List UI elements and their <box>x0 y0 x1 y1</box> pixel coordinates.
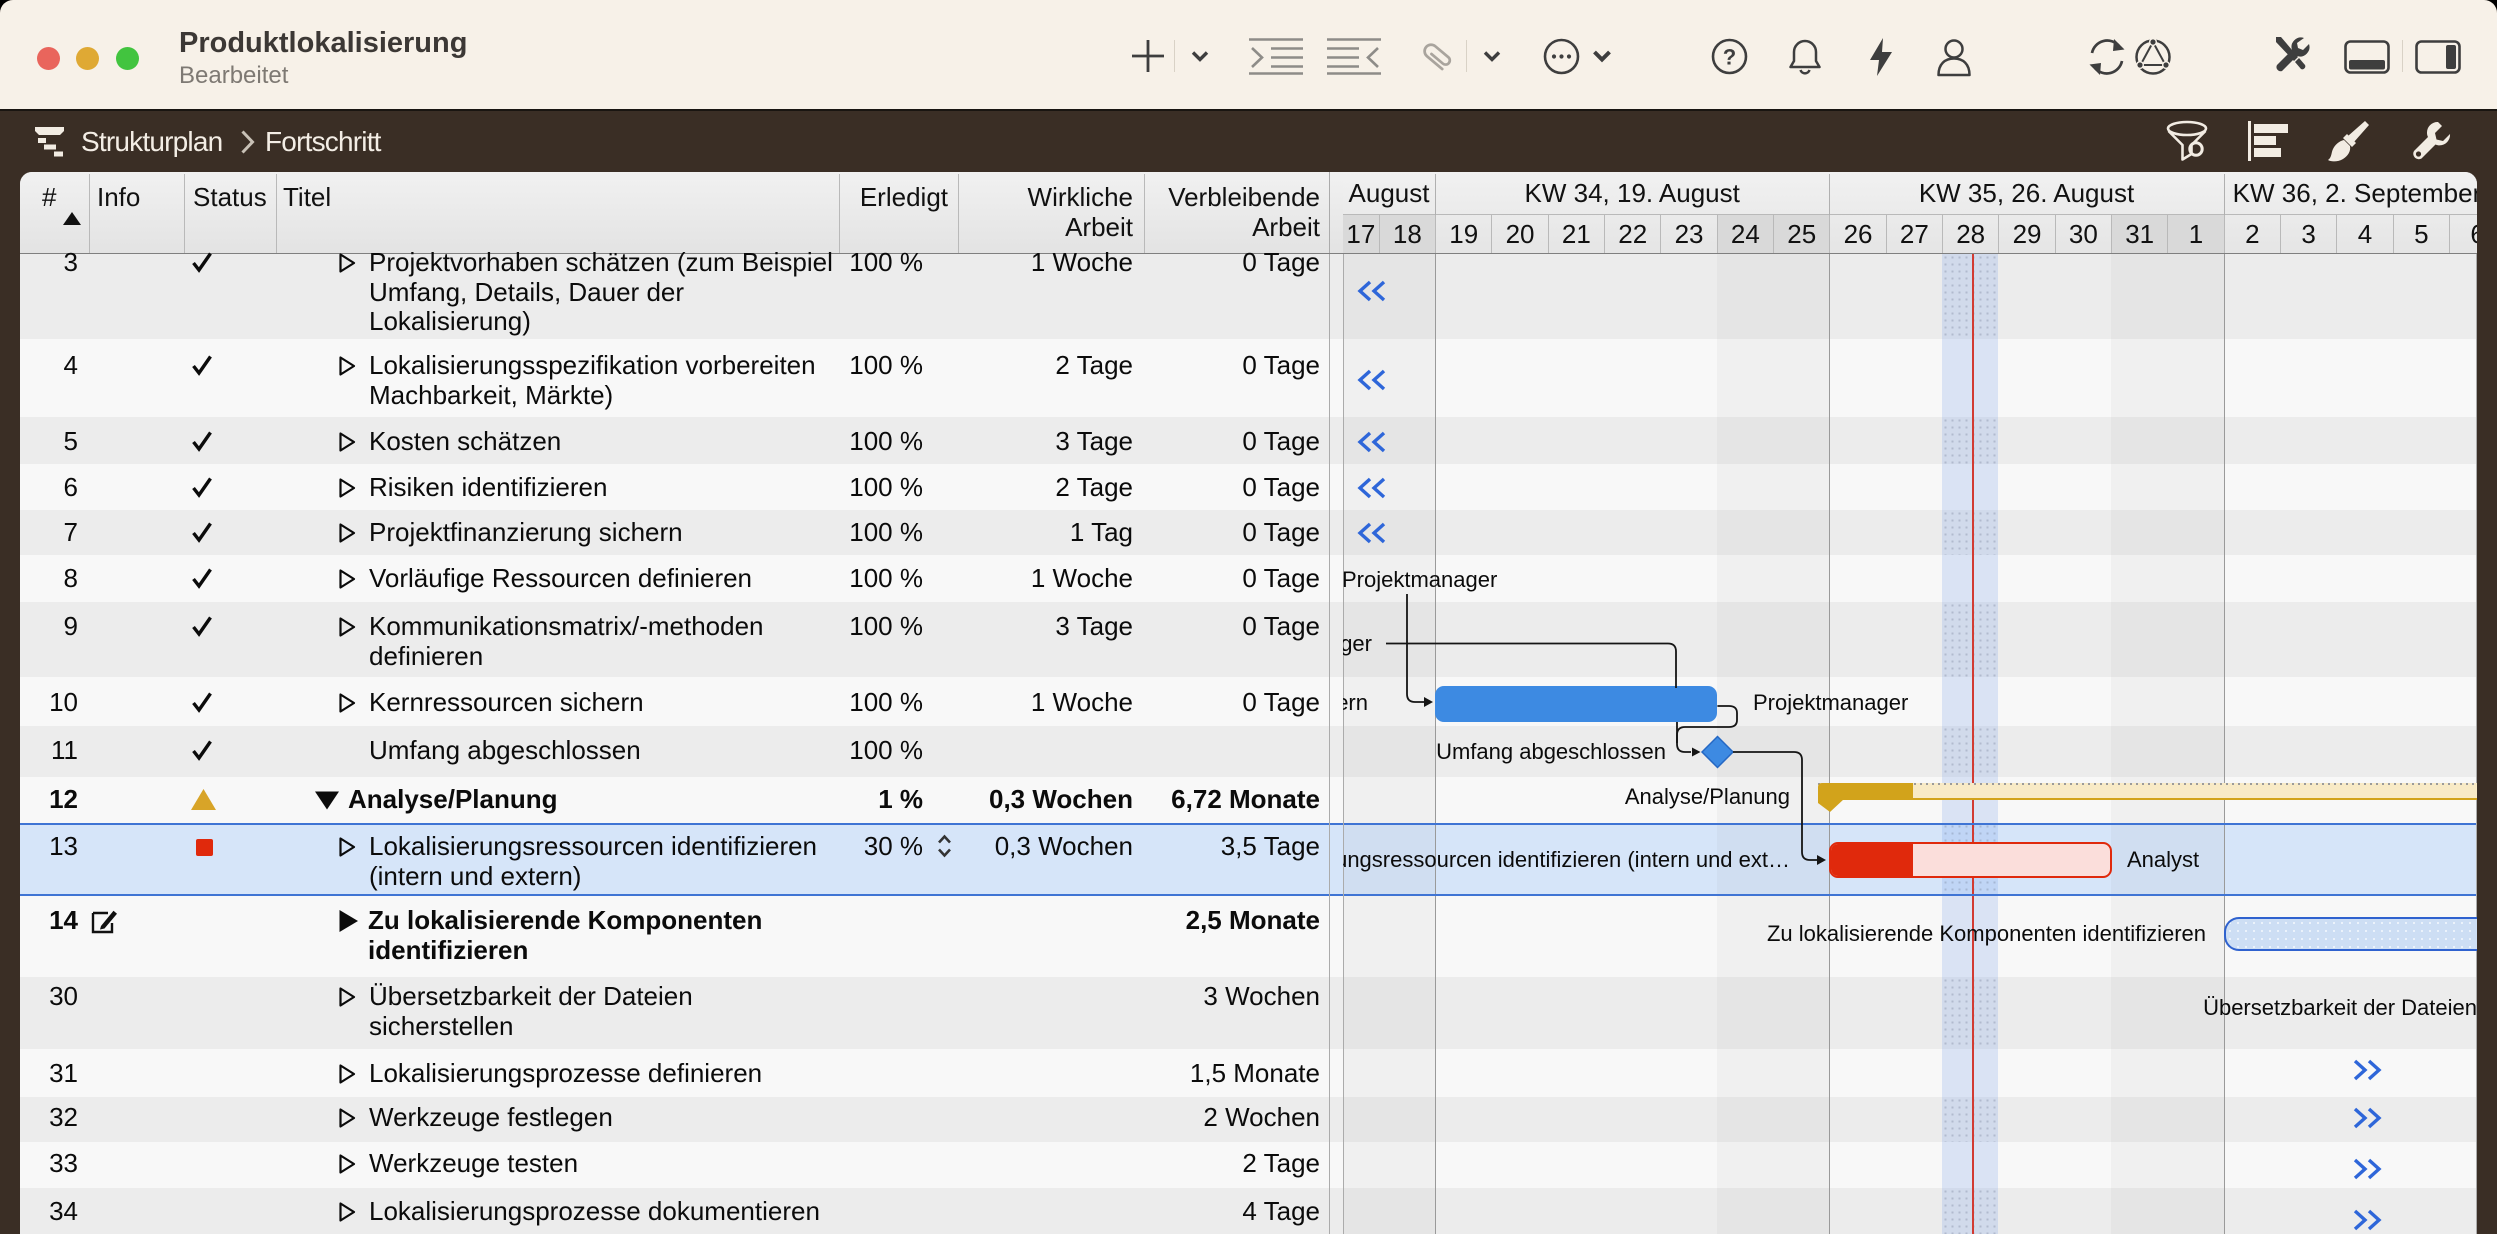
svg-text:?: ? <box>1723 45 1736 70</box>
